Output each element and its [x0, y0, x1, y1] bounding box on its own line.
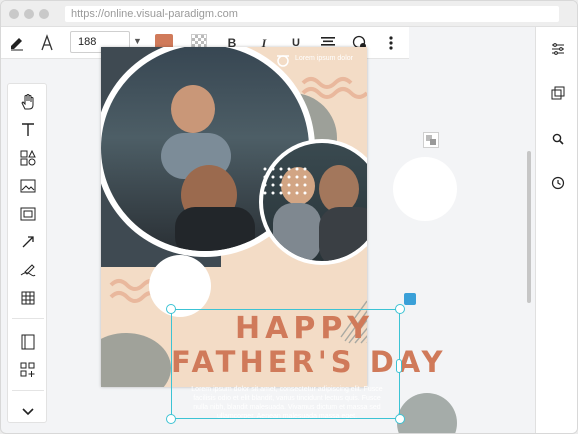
- left-tool-panel: [7, 83, 47, 423]
- line-arrow-icon[interactable]: [18, 232, 38, 252]
- pages-icon[interactable]: [18, 332, 38, 352]
- logo-text: Lorem ipsum dolor: [295, 55, 353, 62]
- resize-handle-bottom-right[interactable]: [395, 414, 405, 424]
- browser-titlebar: https://online.visual-paradigm.com: [1, 1, 577, 27]
- text-icon[interactable]: [18, 120, 38, 140]
- adjust-icon[interactable]: [550, 41, 566, 57]
- history-icon[interactable]: [550, 175, 566, 191]
- font-icon[interactable]: [37, 33, 57, 53]
- draw-icon[interactable]: [18, 260, 38, 280]
- decorative-circle-left: [149, 255, 211, 317]
- chevron-down-icon[interactable]: [18, 402, 38, 422]
- decorative-circle-right: [393, 157, 457, 221]
- shapes-icon[interactable]: [18, 148, 38, 168]
- image-icon[interactable]: [18, 176, 38, 196]
- resize-handle-top-left[interactable]: [166, 304, 176, 314]
- resize-handle-bottom-left[interactable]: [166, 414, 176, 424]
- right-tool-panel: [535, 27, 577, 433]
- edit-icon[interactable]: [7, 33, 27, 53]
- logo-icon: [275, 53, 291, 67]
- video-icon[interactable]: [18, 204, 38, 224]
- dot-pattern: [263, 167, 307, 195]
- hand-icon[interactable]: [18, 92, 38, 112]
- search-icon[interactable]: [550, 131, 566, 147]
- chevron-down-icon[interactable]: ▼: [133, 36, 142, 46]
- selection-box[interactable]: [171, 309, 400, 419]
- window-maximize-dot[interactable]: [39, 9, 49, 19]
- vertical-scrollbar[interactable]: [527, 151, 531, 303]
- toolbar-divider-bottom: [12, 390, 44, 391]
- window-minimize-dot[interactable]: [24, 9, 34, 19]
- apps-icon[interactable]: [18, 360, 38, 380]
- app-window: https://online.visual-paradigm.com 188 ▼…: [0, 0, 578, 434]
- toolbar-divider: [12, 318, 44, 319]
- url-bar[interactable]: https://online.visual-paradigm.com: [65, 6, 559, 22]
- resize-handle-top-right[interactable]: [395, 304, 405, 314]
- wavy-decoration: [301, 77, 367, 99]
- page-corner-icon[interactable]: [423, 132, 439, 148]
- table-icon[interactable]: [18, 288, 38, 308]
- bottom-blob: [101, 333, 171, 387]
- layers-icon[interactable]: [550, 85, 566, 101]
- window-close-dot[interactable]: [9, 9, 19, 19]
- resize-handle-right[interactable]: [396, 359, 402, 373]
- more-icon[interactable]: [381, 33, 401, 53]
- rotate-handle[interactable]: [404, 293, 416, 305]
